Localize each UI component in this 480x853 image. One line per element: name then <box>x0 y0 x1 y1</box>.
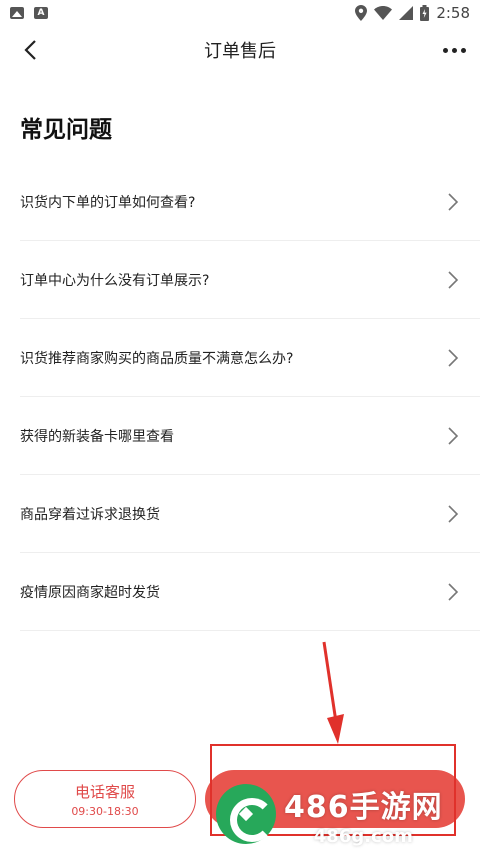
more-dots-icon <box>443 47 448 53</box>
watermark-sub-text: 486g.com <box>313 825 413 847</box>
chevron-right-icon <box>444 581 462 603</box>
nav-bar: 订单售后 <box>0 26 480 74</box>
faq-list: 识货内下单的订单如何查看? 订单中心为什么没有订单展示? 识货推荐商家购买的商品… <box>20 163 480 631</box>
phone-service-label: 电话客服 <box>74 782 135 801</box>
faq-question: 商品穿着过诉求退换货 <box>20 506 160 523</box>
more-button[interactable] <box>443 38 466 62</box>
faq-item[interactable]: 疫情原因商家超时发货 <box>20 553 480 631</box>
chevron-right-icon <box>444 503 462 525</box>
signal-icon <box>399 6 414 20</box>
phone-service-button[interactable]: 电话客服 09:30-18:30 <box>14 770 196 828</box>
phone-service-hours: 09:30-18:30 <box>71 804 139 818</box>
faq-question: 获得的新装备卡哪里查看 <box>20 428 174 445</box>
chevron-right-icon <box>444 425 462 447</box>
font-icon: A <box>34 7 48 19</box>
watermark-logo-icon <box>216 784 276 844</box>
faq-question: 识货内下单的订单如何查看? <box>20 194 196 211</box>
chevron-left-icon <box>24 40 36 60</box>
chevron-right-icon <box>444 269 462 291</box>
watermark: 486手游网 486g.com <box>216 775 480 853</box>
page-title: 订单售后 <box>204 41 276 62</box>
faq-question: 疫情原因商家超时发货 <box>20 584 160 601</box>
status-left: A <box>10 7 48 19</box>
watermark-main-text: 486手游网 <box>284 789 443 825</box>
faq-item[interactable]: 识货推荐商家购买的商品质量不满意怎么办? <box>20 319 480 397</box>
faq-item[interactable]: 订单中心为什么没有订单展示? <box>20 241 480 319</box>
status-right: 2:58 <box>355 4 470 22</box>
faq-question: 识货推荐商家购买的商品质量不满意怎么办? <box>20 350 294 367</box>
back-button[interactable] <box>16 36 44 64</box>
faq-item[interactable]: 获得的新装备卡哪里查看 <box>20 397 480 475</box>
image-icon <box>10 7 24 19</box>
more-dots-icon <box>461 47 466 53</box>
status-bar: A 2:58 <box>0 0 480 26</box>
annotation-arrow <box>322 641 344 744</box>
faq-item[interactable]: 识货内下单的订单如何查看? <box>20 163 480 241</box>
location-icon <box>355 5 368 21</box>
more-dots-icon <box>452 47 457 53</box>
chevron-right-icon <box>444 347 462 369</box>
battery-icon <box>420 5 430 21</box>
faq-section-title: 常见问题 <box>20 117 112 143</box>
faq-item[interactable]: 商品穿着过诉求退换货 <box>20 475 480 553</box>
faq-question: 订单中心为什么没有订单展示? <box>20 272 210 289</box>
watermark-text: 486手游网 486g.com <box>284 782 443 847</box>
wifi-icon <box>374 6 393 20</box>
clock: 2:58 <box>436 4 470 22</box>
chevron-right-icon <box>444 191 462 213</box>
